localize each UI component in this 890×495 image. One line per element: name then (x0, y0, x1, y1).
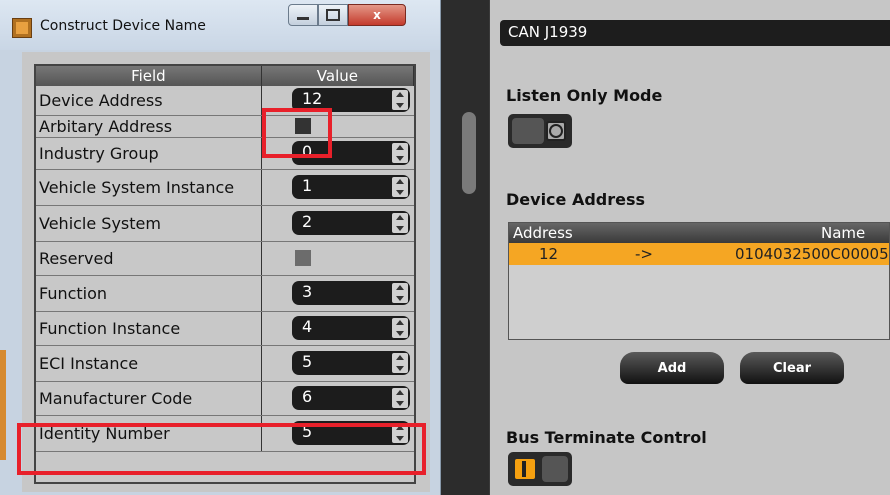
field-label: Function Instance (36, 312, 262, 345)
close-icon: x (373, 8, 381, 22)
spinner-arrows-icon[interactable] (392, 318, 408, 338)
list-item-address: 12 (539, 245, 559, 263)
spinner-arrows-icon[interactable] (392, 143, 408, 163)
device-name-grid: Field Value Device Address 12 Arbitary Add… (34, 64, 416, 484)
value-cell (262, 242, 414, 275)
reserved-checkbox (295, 250, 311, 266)
list-header: Address Name (509, 223, 889, 243)
spinner-value: 1 (302, 176, 313, 195)
field-label: Vehicle System Instance (36, 170, 262, 205)
spinner-value: 6 (302, 387, 313, 406)
window-title: Construct Device Name (40, 18, 206, 34)
off-ring-icon (549, 124, 563, 138)
title-bar[interactable]: Construct Device Name x (0, 0, 440, 50)
list-item-name: 0104032500C00005 (735, 245, 889, 263)
spinner-arrows-icon[interactable] (392, 283, 408, 303)
spinner-arrows-icon[interactable] (392, 213, 408, 233)
table-row: Manufacturer Code 6 (36, 382, 414, 416)
grid-rows: Device Address 12 Arbitary Address Industry… (36, 86, 414, 452)
list-item-arrow: -> (635, 245, 653, 263)
protocol-select[interactable]: CAN J1939 (500, 20, 890, 46)
field-label: Device Address (36, 86, 262, 115)
field-label: ECI Instance (36, 346, 262, 381)
close-button[interactable]: x (348, 4, 406, 26)
spinner-value: 5 (302, 352, 313, 371)
splitter (441, 0, 489, 495)
toggle-thumb (542, 456, 568, 482)
listen-only-toggle[interactable] (508, 114, 572, 148)
list-header-address: Address (513, 224, 573, 242)
value-spinner[interactable]: 1 (292, 175, 410, 199)
table-row: Vehicle System Instance 1 (36, 170, 414, 206)
scrollbar-thumb[interactable] (462, 112, 476, 194)
value-spinner[interactable]: 6 (292, 386, 410, 410)
spinner-value: 3 (302, 282, 313, 301)
value-cell: 5 (262, 346, 414, 381)
listen-only-label: Listen Only Mode (506, 86, 663, 105)
value-spinner[interactable]: 4 (292, 316, 410, 340)
field-label: Arbitary Address (36, 116, 262, 137)
value-spinner[interactable]: 3 (292, 281, 410, 305)
settings-panel: CAN J1939 Listen Only Mode Device Addres… (490, 0, 890, 495)
spinner-arrows-icon[interactable] (392, 388, 408, 408)
value-spinner[interactable]: 2 (292, 211, 410, 235)
toggle-thumb (512, 118, 544, 144)
minimize-button[interactable] (288, 4, 318, 26)
value-spinner[interactable]: 5 (292, 351, 410, 375)
highlight-identity-number (17, 423, 426, 475)
spinner-arrows-icon[interactable] (392, 90, 408, 110)
on-bar-icon (522, 461, 526, 477)
highlight-arbitrary-address (262, 108, 332, 158)
spinner-arrows-icon[interactable] (392, 353, 408, 373)
spinner-value: 2 (302, 212, 313, 231)
maximize-icon (326, 9, 340, 21)
value-cell: 3 (262, 276, 414, 311)
spinner-value: 12 (302, 89, 323, 108)
list-item[interactable]: 12 -> 0104032500C00005 (509, 243, 889, 265)
header-field: Field (36, 66, 262, 86)
table-row: ECI Instance 5 (36, 346, 414, 382)
construct-device-name-dialog: Construct Device Name x Field Value Devi… (0, 0, 441, 495)
field-label: Function (36, 276, 262, 311)
device-address-list: Address Name 12 -> 0104032500C00005 (508, 222, 890, 340)
field-label: Industry Group (36, 138, 262, 169)
grid-header: Field Value (36, 66, 414, 86)
minimize-icon (297, 16, 309, 20)
value-cell: 2 (262, 206, 414, 241)
table-row: Device Address 12 (36, 86, 414, 116)
accent-stripe (0, 350, 6, 460)
header-value: Value (262, 66, 414, 86)
clear-button[interactable]: Clear (740, 352, 844, 384)
value-cell: 4 (262, 312, 414, 345)
table-row: Function Instance 4 (36, 312, 414, 346)
bus-terminate-label: Bus Terminate Control (506, 428, 707, 447)
list-header-name: Name (821, 224, 866, 242)
table-row: Function 3 (36, 276, 414, 312)
window-controls: x (288, 4, 406, 26)
field-label: Manufacturer Code (36, 382, 262, 415)
app-icon (12, 18, 32, 38)
device-address-label: Device Address (506, 190, 646, 209)
table-row: Industry Group 0 (36, 138, 414, 170)
spinner-value: 4 (302, 317, 313, 336)
table-row: Vehicle System 2 (36, 206, 414, 242)
bus-terminate-toggle[interactable] (508, 452, 572, 486)
spinner-arrows-icon[interactable] (392, 177, 408, 197)
value-cell: 1 (262, 170, 414, 205)
table-row: Reserved (36, 242, 414, 276)
table-row: Arbitary Address (36, 116, 414, 138)
maximize-button[interactable] (318, 4, 348, 26)
value-cell: 6 (262, 382, 414, 415)
add-button[interactable]: Add (620, 352, 724, 384)
field-label: Vehicle System (36, 206, 262, 241)
field-label: Reserved (36, 242, 262, 275)
